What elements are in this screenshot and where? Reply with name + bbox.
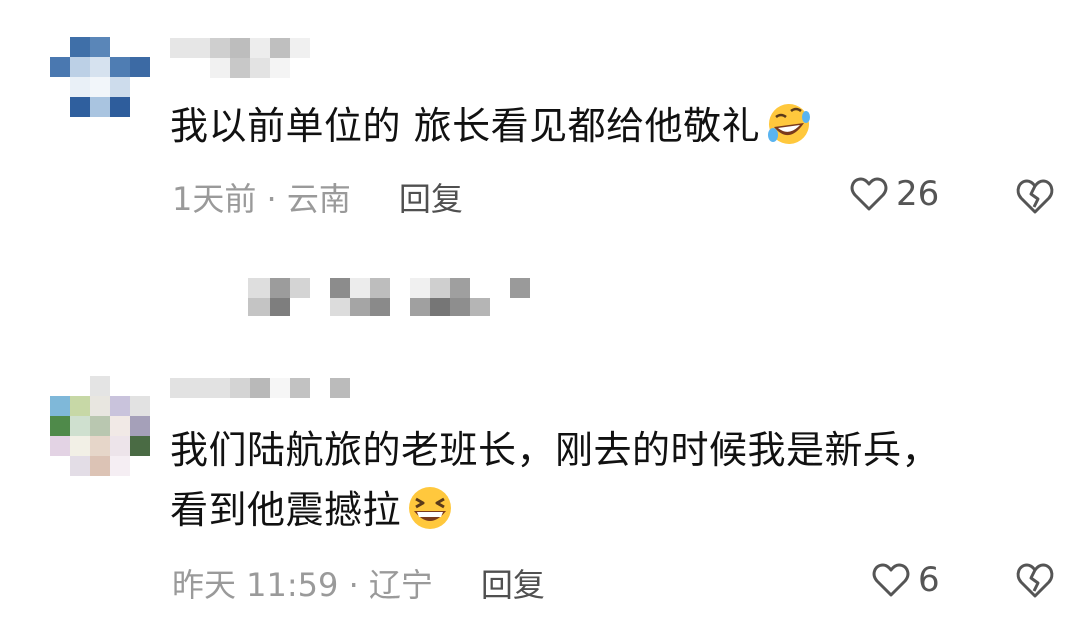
heart-icon [850,177,888,211]
username-pixelated[interactable] [170,38,310,60]
comment-1: 我以前单位的 旅长看见都给他敬礼 1天前 · 云南 回复 26 [0,0,1080,240]
comment-text-line2: 看到他震撼拉 [170,488,402,532]
collapsed-replies-pixelated[interactable] [248,274,538,318]
time-location: 1天前 · 云南 [172,180,351,218]
comment-text: 我以前单位的 旅长看见都给他敬礼 [170,96,1020,156]
time-location: 昨天 11:59 · 辽宁 [172,566,433,604]
comment-text-content: 我以前单位的 旅长看见都给他敬礼 [170,104,761,148]
comment-meta: 1天前 · 云南 回复 [172,174,463,220]
comment-meta: 昨天 11:59 · 辽宁 回复 [172,560,545,606]
username-pixelated[interactable] [170,378,350,400]
comment-text-line2-wrap: 看到他震撼拉 [170,480,1020,540]
avatar[interactable] [50,376,150,476]
laughing-emoji [409,487,452,529]
comment-text: 我们陆航旅的老班长，刚去的时候我是新兵， 看到他震撼拉 [170,420,1020,540]
comment-2: 我们陆航旅的老班长，刚去的时候我是新兵， 看到他震撼拉 昨天 11:59 · 辽… [0,340,1080,636]
like-button[interactable]: 6 [872,560,940,600]
username-pixelated-row2 [210,58,290,80]
reply-button[interactable]: 回复 [481,560,545,606]
avatar[interactable] [50,37,150,137]
reply-button[interactable]: 回复 [399,174,463,220]
broken-heart-icon[interactable] [1015,177,1055,215]
heart-icon [872,563,910,597]
rolling-on-floor-laughing-emoji [768,104,811,144]
comment-text-line1: 我们陆航旅的老班长，刚去的时候我是新兵， [170,428,941,472]
like-count: 26 [896,174,940,214]
broken-heart-icon[interactable] [1015,561,1055,599]
like-count: 6 [918,560,940,600]
like-button[interactable]: 26 [850,174,939,214]
